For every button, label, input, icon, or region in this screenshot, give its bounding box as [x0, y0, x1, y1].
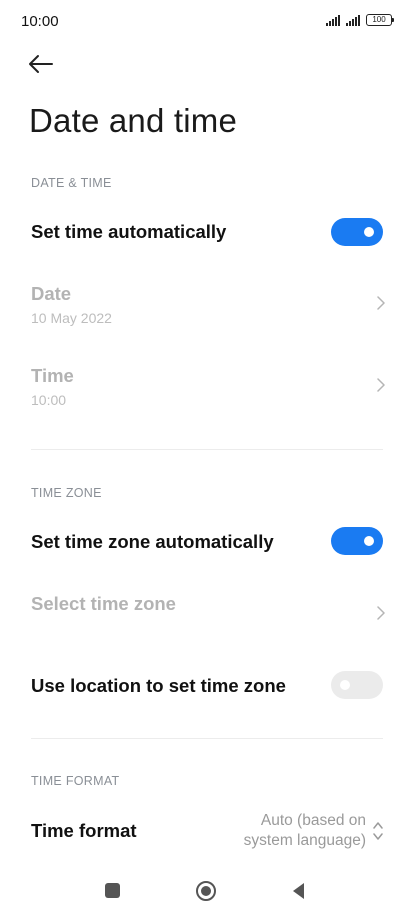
battery-icon: 100 [366, 14, 394, 26]
page-title: Date and time [29, 102, 238, 139]
signal-icon-2 [346, 14, 360, 26]
section-header-time-format: TIME FORMAT [31, 774, 120, 788]
arrow-left-icon [29, 55, 53, 73]
time-value: 10:00 [31, 392, 67, 408]
set-time-automatically-label: Set time automatically [31, 221, 227, 242]
use-location-toggle[interactable] [331, 671, 383, 699]
select-time-zone-label: Select time zone [31, 593, 176, 614]
status-bar: 10:00 100 [0, 0, 414, 44]
date-value: 10 May 2022 [31, 310, 112, 326]
chevron-right-icon [377, 378, 385, 392]
chevron-right-icon [377, 296, 385, 310]
date-time-settings-screen: 10:00 100 Date and time DATE & TIME Set … [0, 0, 414, 920]
section-header-time-zone: TIME ZONE [31, 486, 102, 500]
divider [31, 449, 383, 450]
navigation-bar [0, 864, 414, 920]
time-format-value-line2: system language) [243, 832, 366, 849]
time-format-label: Time format [31, 820, 137, 841]
time-label: Time [31, 365, 74, 386]
set-time-zone-automatically-toggle[interactable] [331, 527, 383, 555]
back-button[interactable] [26, 50, 58, 78]
home-button[interactable] [195, 880, 217, 902]
use-location-label: Use location to set time zone [31, 675, 286, 696]
status-time: 10:00 [21, 13, 59, 30]
back-triangle-button[interactable] [290, 881, 306, 901]
status-indicators: 100 [326, 14, 394, 26]
time-format-value: Auto (based on system language) [216, 811, 366, 851]
time-format-value-line1: Auto (based on [260, 812, 366, 829]
battery-level: 100 [372, 15, 386, 24]
chevron-right-icon [377, 606, 385, 620]
set-time-zone-automatically-label: Set time zone automatically [31, 531, 274, 552]
divider [31, 738, 383, 739]
set-time-automatically-toggle[interactable] [331, 218, 383, 246]
signal-icon [326, 14, 340, 26]
chevron-up-down-icon [373, 822, 383, 840]
recents-button[interactable] [105, 883, 120, 898]
date-label: Date [31, 283, 72, 304]
section-header-date-time: DATE & TIME [31, 176, 112, 190]
